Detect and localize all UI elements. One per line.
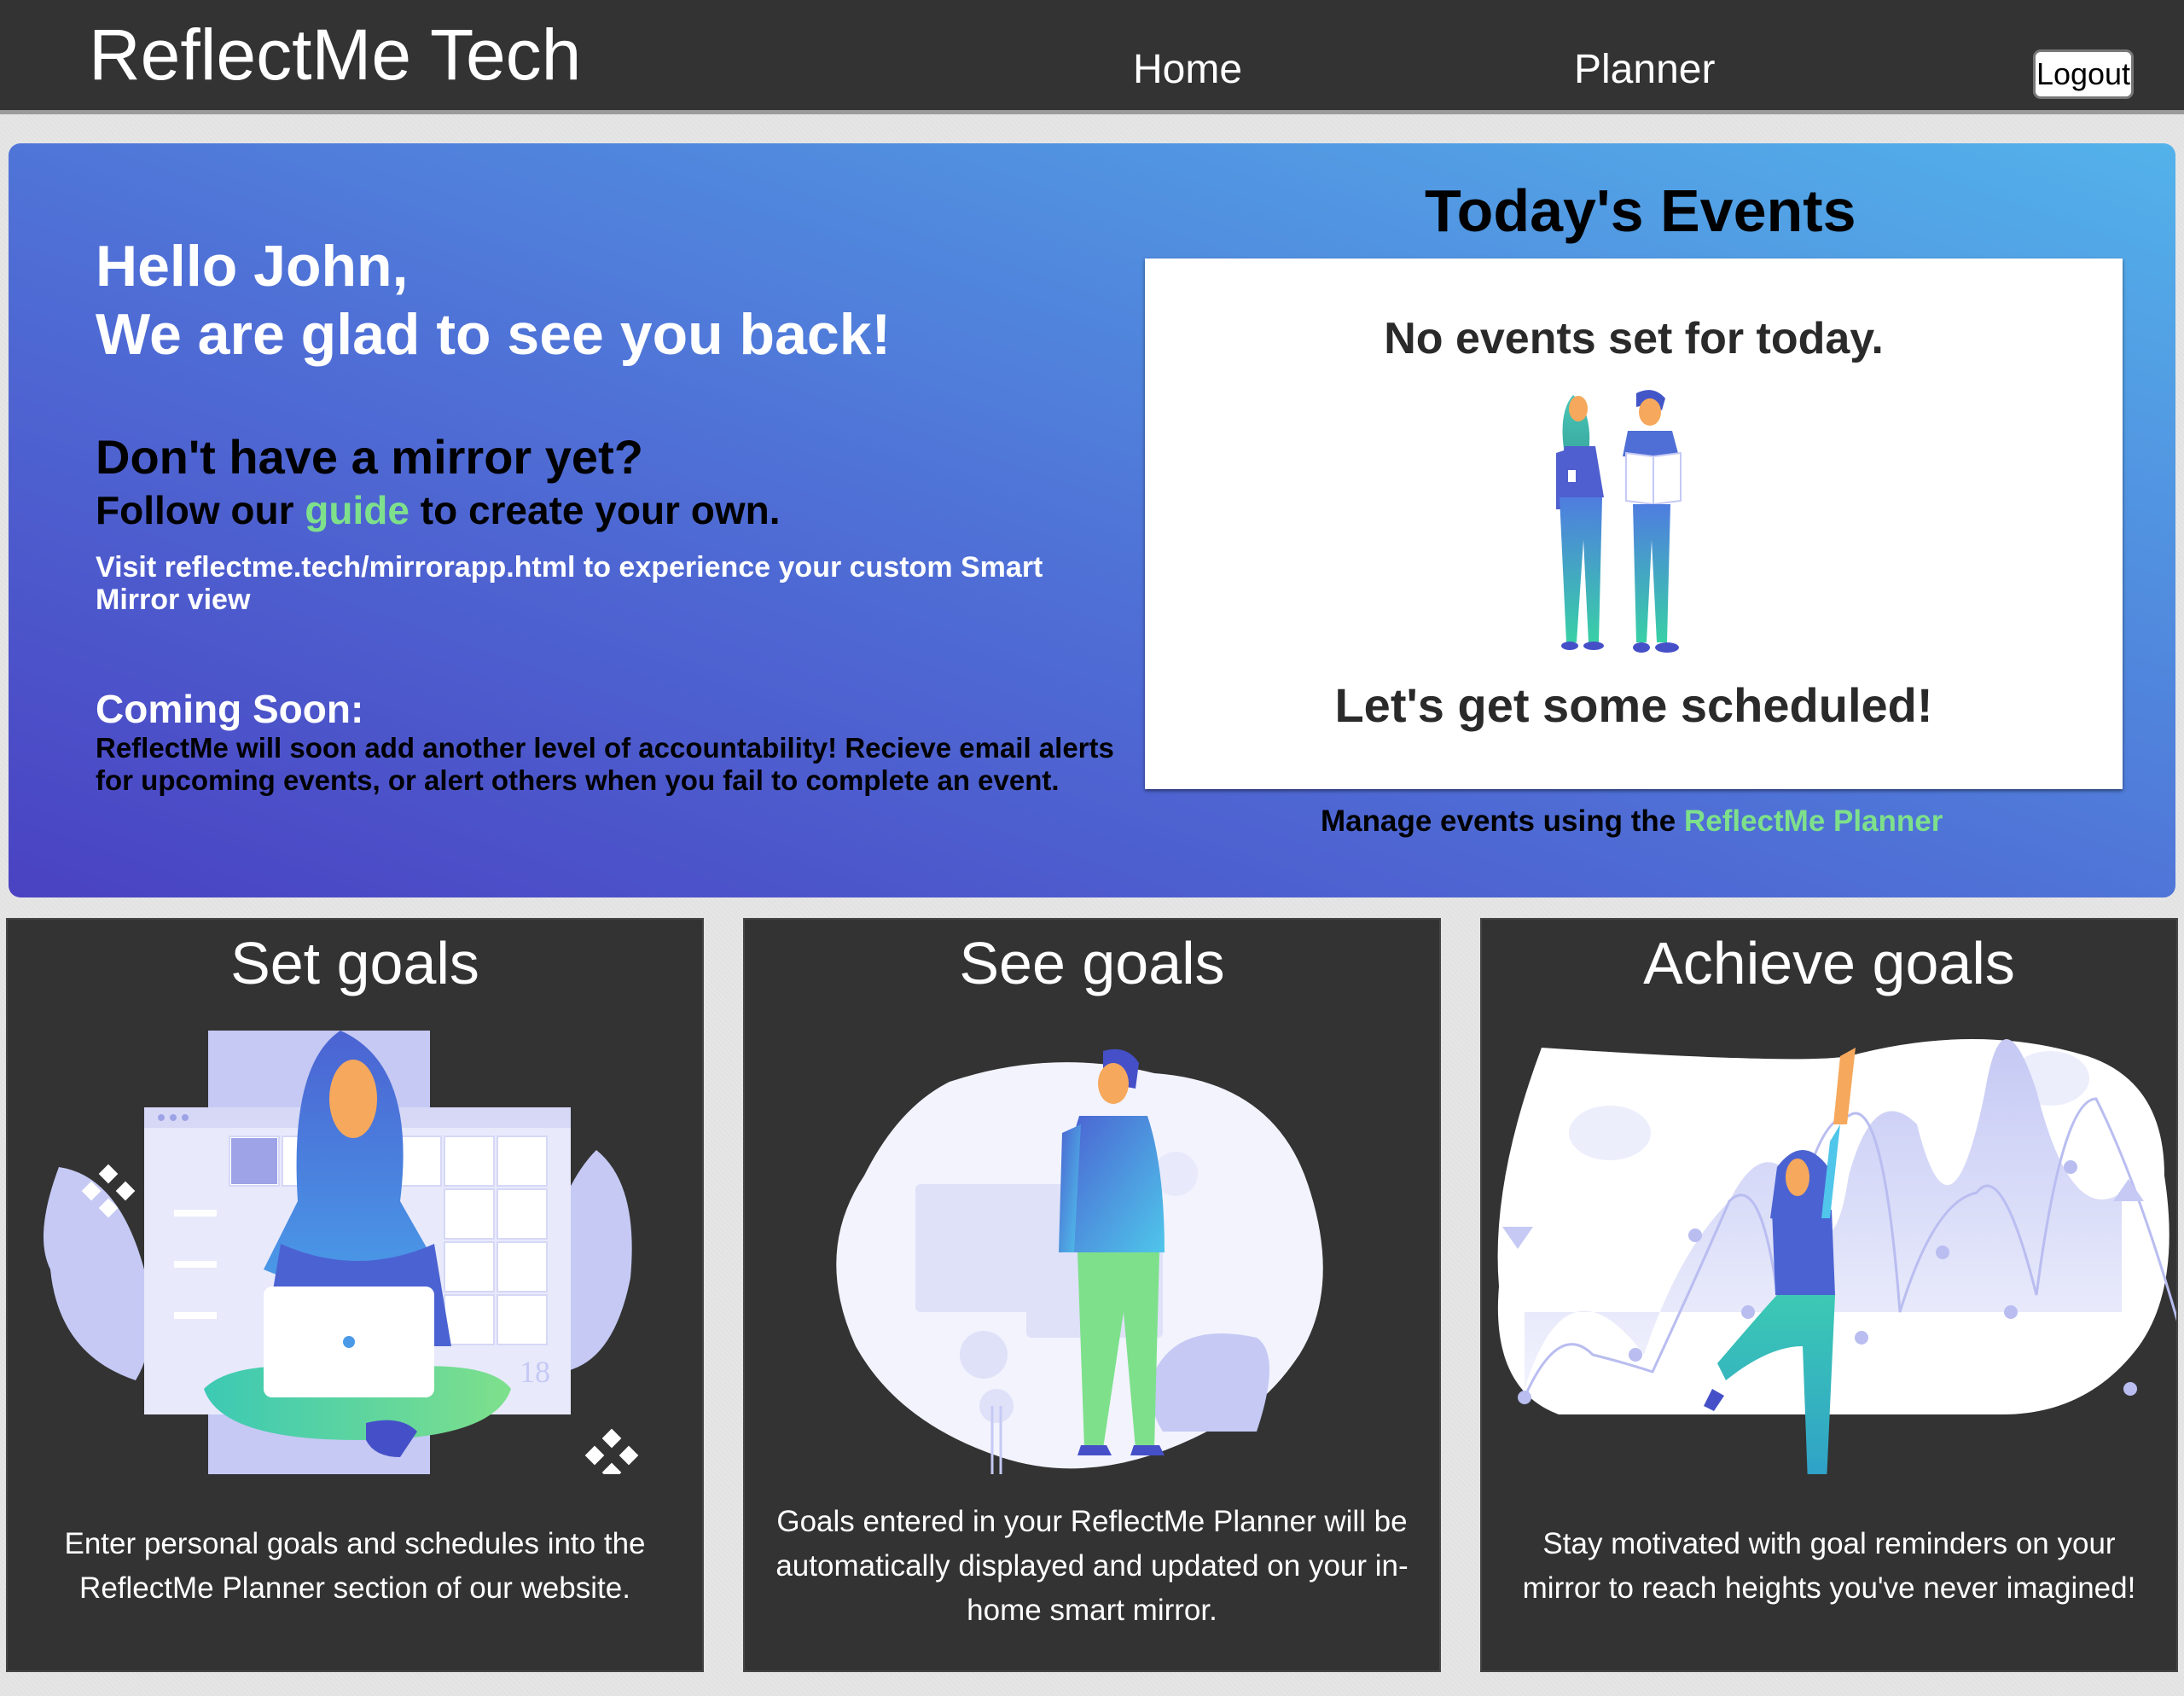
events-panel: No events set for today. Let's get some …	[1145, 258, 2123, 789]
guide-link[interactable]: guide	[305, 488, 410, 532]
card-description: Stay motivated with goal reminders on yo…	[1522, 1527, 2136, 1605]
mirror-heading: Don't have a mirror yet?	[96, 430, 643, 484]
people-reading-illustration	[1556, 390, 1682, 653]
set-goals-card: Set goals 18 Enter personal goals and sc…	[8, 920, 702, 1670]
see-goals-card: See goals Goals entered in your ReflectM…	[745, 920, 1439, 1670]
coming-soon-text: ReflectMe will soon add another level of…	[96, 732, 1114, 796]
woman-jumping-illustration	[1497, 1039, 2176, 1474]
guide-suffix: to create your own.	[420, 488, 781, 532]
card-title: Set goals	[230, 930, 479, 996]
card-title: See goals	[959, 930, 1225, 996]
card-description: Goals entered in your ReflectMe Planner …	[775, 1505, 1409, 1627]
welcome-greeting: Hello John, We are glad to see you back!	[96, 232, 891, 369]
manage-events-line: Manage events using the ReflectMe Planne…	[1321, 806, 1943, 836]
manage-prefix: Manage events using the	[1321, 804, 1676, 838]
achieve-goals-card: Achieve goals Stay motivated with goal r…	[1482, 920, 2176, 1670]
guide-prefix: Follow our	[96, 488, 294, 532]
mirror-app-note: Visit reflectme.tech/mirrorapp.html to e…	[96, 551, 1043, 616]
no-events-message: No events set for today.	[1384, 314, 1884, 363]
coming-soon-heading: Coming Soon:	[96, 687, 364, 731]
man-at-mirror-illustration	[836, 1048, 1323, 1474]
schedule-prompt: Let's get some scheduled!	[1334, 678, 1933, 732]
guide-line: Follow our guide to create your own.	[96, 491, 781, 530]
greeting-line-2: We are glad to see you back!	[96, 302, 892, 367]
calendar-laptop-illustration: 18	[44, 1031, 639, 1474]
hero-banner: Hello John, We are glad to see you back!…	[9, 143, 2175, 897]
card-description: Enter personal goals and schedules into …	[64, 1527, 646, 1605]
navbar: ReflectMe Tech Home Planner Logout	[0, 0, 2184, 114]
greeting-line-1: Hello John,	[96, 234, 409, 299]
events-heading: Today's Events	[1425, 177, 1856, 244]
nav-home-link[interactable]: Home	[1133, 49, 1242, 90]
card-title: Achieve goals	[1643, 930, 2015, 996]
planner-link[interactable]: ReflectMe Planner	[1684, 804, 1943, 838]
brand-title[interactable]: ReflectMe Tech	[89, 19, 581, 90]
calendar-date-label: 18	[520, 1355, 550, 1389]
nav-planner-link[interactable]: Planner	[1574, 49, 1715, 90]
logout-button[interactable]: Logout	[2033, 49, 2134, 99]
